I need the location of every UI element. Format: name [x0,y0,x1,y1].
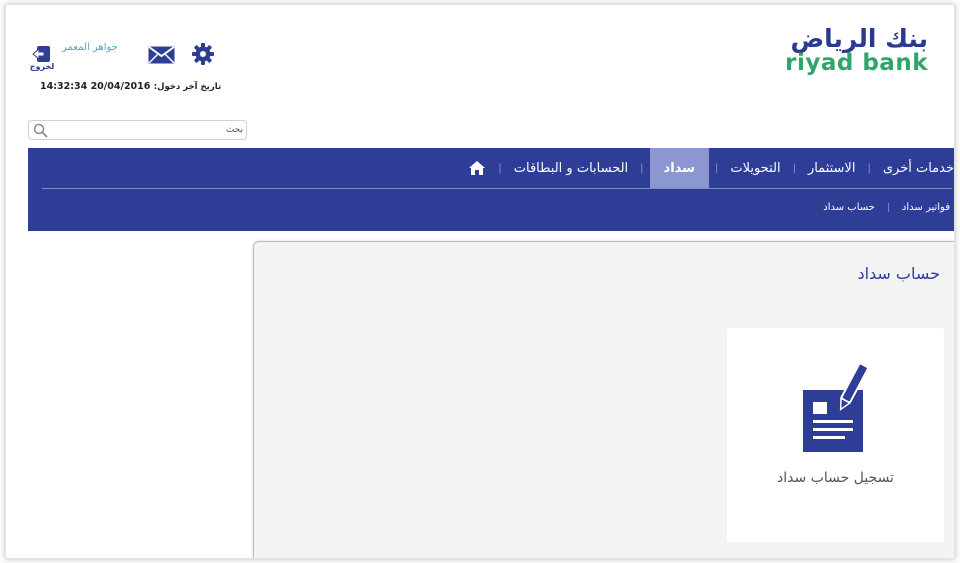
logout-button[interactable]: لخروج [27,45,57,71]
nav-item-transfers[interactable]: التحويلات [728,161,782,176]
gear-icon[interactable] [192,43,214,65]
bank-logo[interactable]: بنك الرياض riyad bank [763,25,928,77]
nav-main-menu: | الحسابات و البطاقات | سداد | التحويلات… [462,148,954,188]
nav-separator: | [498,162,502,174]
subnav-item-sadad-account[interactable]: حساب سداد [823,202,875,213]
main-navbar: | الحسابات و البطاقات | سداد | التحويلات… [28,148,954,231]
nav-item-sadad[interactable]: سداد [649,148,709,188]
subnav-separator: | [886,202,890,213]
subnav-item-sadad-bills[interactable]: فواتير سداد [902,202,950,213]
last-login-label: تاريخ آخر دخول: [153,82,222,92]
nav-separator: | [867,162,871,174]
page-title: حساب سداد [857,264,940,283]
nav-divider [42,188,952,189]
last-login-info: تاريخ آخر دخول: 14:32:34 20/04/2016 [40,81,221,92]
logout-icon [32,46,50,62]
nav-sub-menu: حساب سداد | فواتير سداد [823,202,950,213]
nav-separator: | [792,162,796,174]
search-box [28,120,247,140]
search-icon[interactable] [33,123,48,138]
mail-icon[interactable] [148,46,175,64]
nav-item-other-services[interactable]: خدمات أخرى [881,161,954,176]
nav-separator: | [640,162,644,174]
register-form-icon [803,362,869,452]
search-input[interactable] [53,122,243,138]
home-icon[interactable] [466,161,488,175]
last-login-value: 14:32:34 20/04/2016 [40,81,151,92]
logo-arabic: بنك الرياض [790,24,929,53]
username-link[interactable]: جواهر المعمر [62,42,118,53]
card-label: تسجيل حساب سداد [777,470,894,486]
logout-label: لخروج [29,62,55,71]
app-window: بنك الرياض riyad bank لخروج جواهر المعمر… [5,4,955,559]
nav-item-accounts-cards[interactable]: الحسابات و البطاقات [512,161,630,176]
content-panel: حساب سداد تسجيل حساب سداد [253,241,954,558]
register-sadad-account-card[interactable]: تسجيل حساب سداد [727,328,944,542]
logo-english: riyad bank [785,50,928,76]
nav-item-investment[interactable]: الاستثمار [806,161,858,176]
